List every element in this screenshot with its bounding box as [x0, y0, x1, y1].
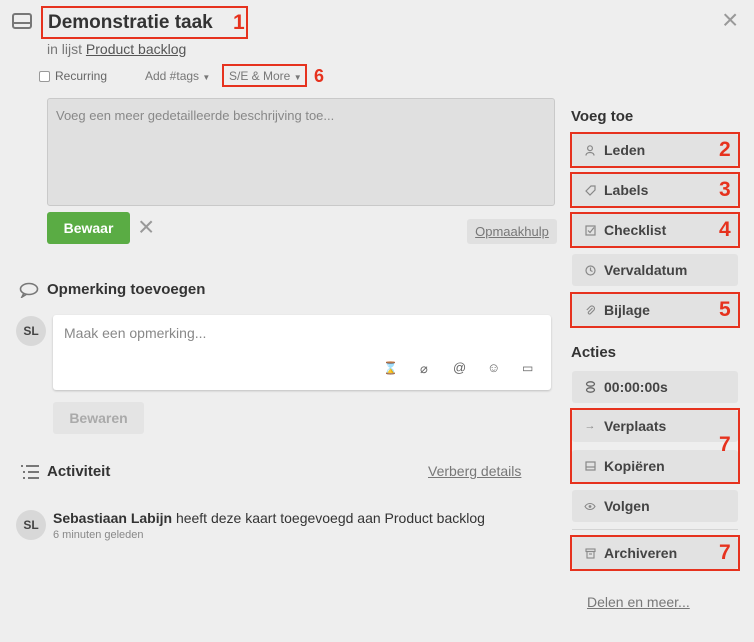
- due-date-button[interactable]: Vervaldatum: [572, 254, 738, 286]
- recurring-label[interactable]: Recurring: [55, 69, 107, 83]
- annotation-number-4: 4: [719, 218, 731, 241]
- format-help-label: Opmaakhulp: [475, 224, 549, 239]
- chevron-down-icon: ▼: [202, 73, 211, 82]
- chevron-down-icon: ▼: [293, 73, 302, 82]
- due-date-label: Vervaldatum: [604, 262, 688, 278]
- emoji-icon[interactable]: ☺: [487, 360, 500, 375]
- activity-timestamp[interactable]: 6 minuten geleden: [53, 529, 144, 541]
- timer-icon: [584, 381, 596, 393]
- timer-icon[interactable]: ⌛: [383, 361, 398, 375]
- annotation-box-3: [570, 172, 740, 208]
- annotation-box-7-move-copy: [570, 408, 740, 484]
- activity-user[interactable]: Sebastiaan Labijn: [53, 510, 172, 526]
- recurring-checkbox[interactable]: [39, 71, 50, 82]
- paperclip-icon[interactable]: ⌀: [420, 361, 428, 377]
- eye-icon: [584, 500, 596, 512]
- clock-icon: [584, 264, 596, 276]
- card-icon[interactable]: ▭: [522, 361, 533, 375]
- close-icon[interactable]: ×: [722, 6, 738, 34]
- list-link[interactable]: Product backlog: [86, 41, 186, 57]
- annotation-number-2: 2: [719, 138, 731, 161]
- annotation-number-6: 6: [314, 66, 325, 86]
- annotation-number-3: 3: [719, 178, 731, 201]
- avatar[interactable]: SL: [16, 510, 46, 540]
- annotation-box-5: [570, 292, 740, 328]
- annotation-number-7: 7: [719, 433, 731, 456]
- activity-description: heeft deze kaart toegevoegd aan Product …: [175, 510, 485, 526]
- add-section-title: Voeg toe: [571, 108, 634, 125]
- activity-entry-text: Sebastiaan Labijn heeft deze kaart toege…: [53, 510, 485, 526]
- annotation-box-2: [570, 132, 740, 168]
- list-info: in lijst Product backlog: [47, 41, 186, 57]
- save-button[interactable]: Bewaar: [47, 212, 130, 244]
- hide-details-link[interactable]: Verberg details: [428, 463, 521, 479]
- description-textarea[interactable]: Voeg een meer gedetailleerde beschrijvin…: [47, 98, 555, 206]
- annotation-number-7: 7: [719, 541, 731, 564]
- comment-section-title: Opmerking toevoegen: [47, 281, 206, 298]
- card-icon: [12, 13, 32, 29]
- activity-section-title: Activiteit: [47, 463, 111, 480]
- mention-icon[interactable]: @: [453, 360, 466, 375]
- format-help-button[interactable]: Opmaakhulp: [467, 219, 557, 244]
- se-more-button[interactable]: S/E & More ▼: [229, 69, 302, 83]
- sidebar-divider: [572, 529, 738, 530]
- annotation-number-1: 1: [233, 11, 245, 34]
- share-more-link[interactable]: Delen en meer...: [587, 594, 690, 610]
- card-title[interactable]: Demonstratie taak: [48, 12, 213, 34]
- cancel-icon[interactable]: ×: [138, 212, 154, 242]
- comment-placeholder: Maak een opmerking...: [64, 325, 207, 341]
- add-tags-button[interactable]: Add #tags ▼: [145, 69, 210, 83]
- add-tags-label: Add #tags: [145, 69, 200, 83]
- annotation-number-5: 5: [719, 298, 731, 321]
- actions-section-title: Acties: [571, 344, 617, 361]
- annotation-box-4: [570, 212, 740, 248]
- annotation-box-7-archive: [570, 535, 740, 571]
- avatar[interactable]: SL: [16, 316, 46, 346]
- comment-save-button[interactable]: Bewaren: [53, 402, 144, 434]
- timer-button[interactable]: 00:00:00s: [572, 371, 738, 403]
- description-placeholder: Voeg een meer gedetailleerde beschrijvin…: [56, 108, 335, 123]
- speech-bubble-icon: [19, 282, 39, 303]
- follow-label: Volgen: [604, 498, 650, 514]
- comment-box[interactable]: Maak een opmerking... ⌛ ⌀ @ ☺ ▭: [53, 315, 551, 390]
- follow-button[interactable]: Volgen: [572, 490, 738, 522]
- se-more-label: S/E & More: [229, 69, 291, 83]
- timer-label: 00:00:00s: [604, 379, 668, 395]
- list-prefix: in lijst: [47, 41, 83, 57]
- activity-list-icon: [20, 464, 40, 485]
